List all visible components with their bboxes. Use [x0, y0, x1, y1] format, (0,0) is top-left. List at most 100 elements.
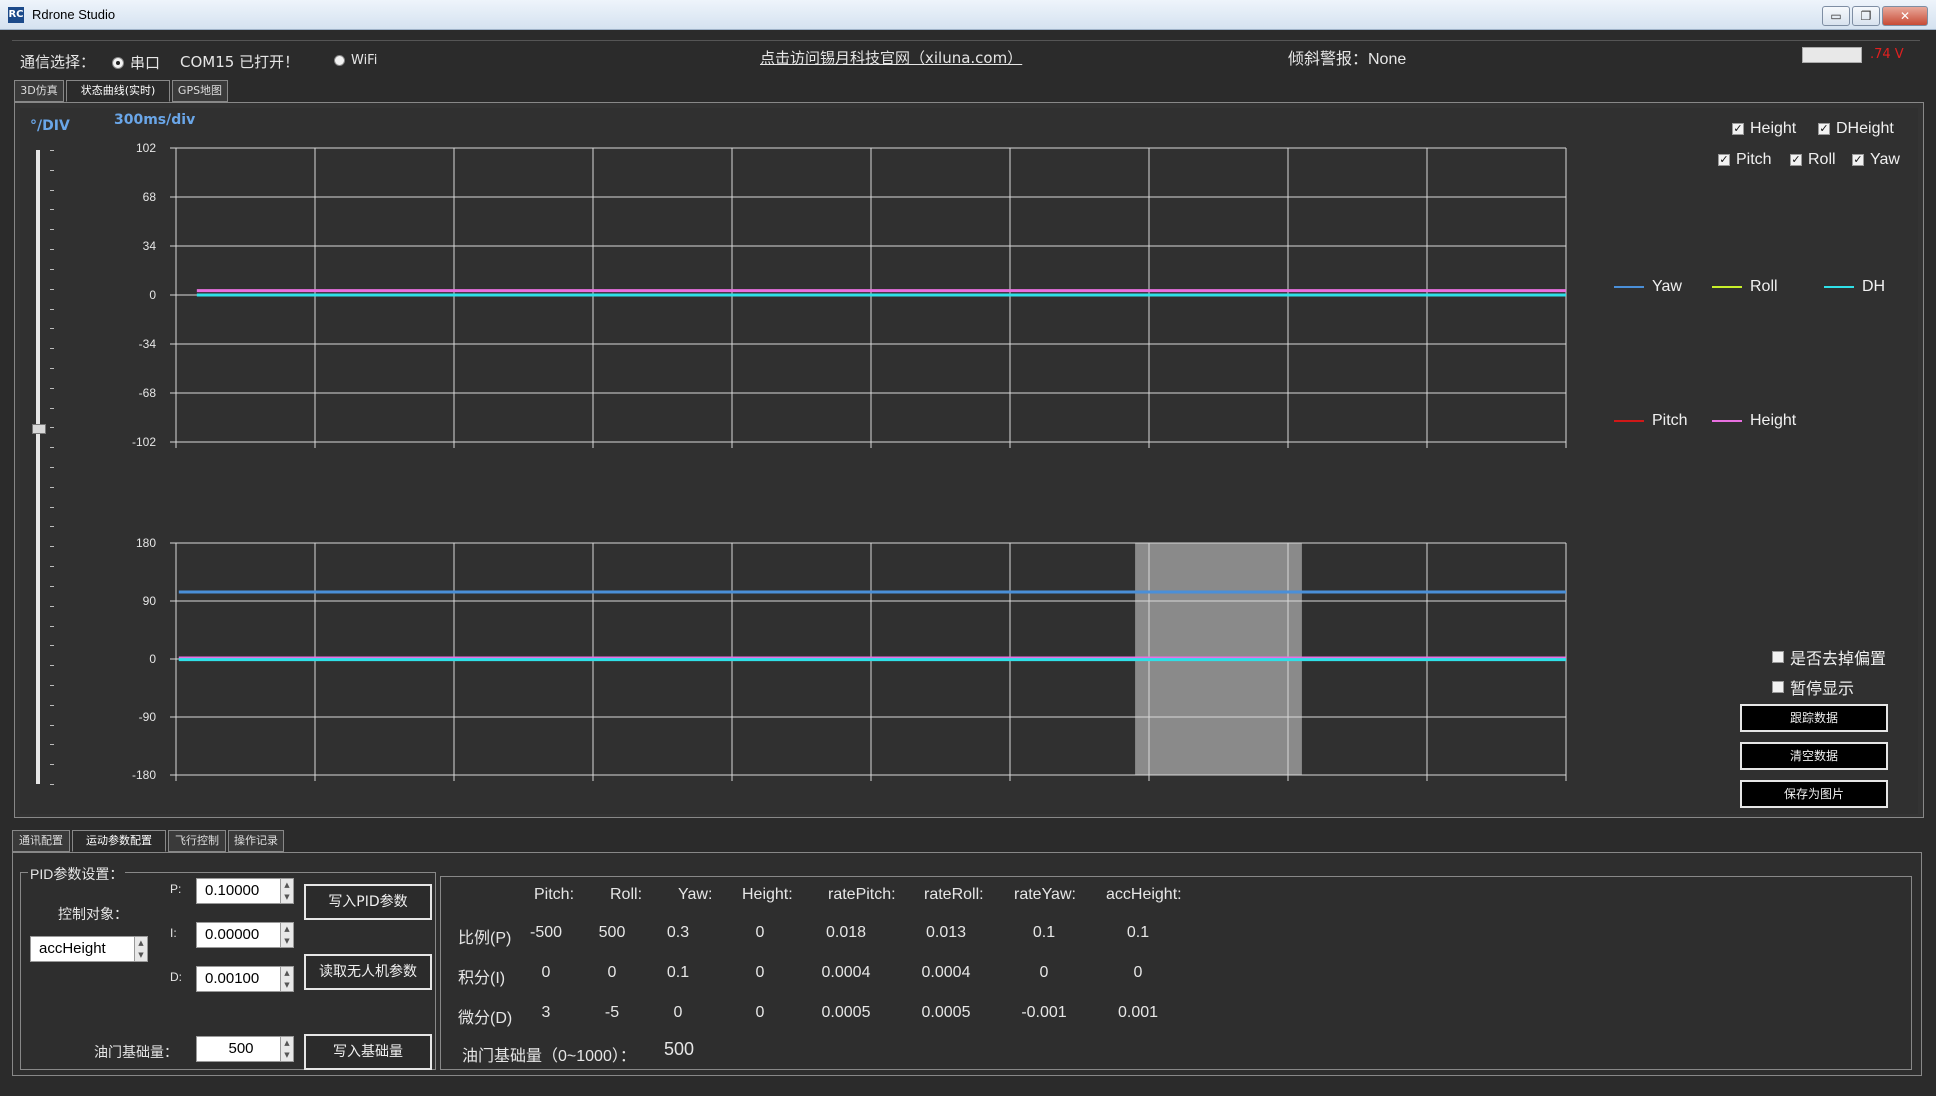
y-tick-label: 0: [149, 652, 156, 666]
param-row-label: 积分(I): [458, 970, 506, 987]
legend-swatch: [1824, 286, 1854, 288]
param-cell: 3: [541, 1004, 551, 1021]
checkbox-height[interactable]: ✓ Height: [1732, 120, 1796, 138]
checkbox-checked-icon: ✓: [1790, 154, 1802, 166]
y-tick-label: 90: [143, 594, 157, 608]
param-cell: 0: [1133, 964, 1143, 981]
param-cell: 0.1: [1126, 924, 1150, 941]
throttle-current-value: 500: [664, 1039, 695, 1059]
param-cell: 0: [541, 964, 551, 981]
control-target-label: 控制对象：: [58, 906, 128, 922]
p-label: P:: [170, 882, 182, 896]
param-cell: 0: [755, 1004, 765, 1021]
i-label: I:: [170, 926, 177, 940]
checkbox-pitch[interactable]: ✓ Pitch: [1718, 151, 1772, 169]
param-cell: 0: [607, 964, 617, 981]
legend-yaw: Yaw: [1614, 278, 1682, 296]
save-image-button[interactable]: 保存为图片: [1740, 780, 1888, 808]
y-tick-label: 180: [136, 536, 156, 550]
checkbox-roll[interactable]: ✓ Roll: [1790, 151, 1836, 169]
param-cell: 0.018: [825, 924, 867, 941]
param-column-header: Roll:: [610, 886, 643, 903]
checkbox-checked-icon: ✓: [1818, 123, 1830, 135]
param-column-header: accHeight:: [1106, 886, 1182, 903]
checkbox-checked-icon: ✓: [1732, 123, 1744, 135]
legend-pitch: Pitch: [1614, 412, 1688, 430]
param-cell: -5: [604, 1004, 620, 1021]
y-tick-label: -34: [139, 337, 157, 351]
legend-swatch: [1614, 420, 1644, 422]
d-spin[interactable]: ▲ ▼: [280, 966, 294, 992]
param-cell: 0: [755, 924, 765, 941]
y-tick-label: 68: [143, 190, 157, 204]
control-target-spin[interactable]: ▲ ▼: [134, 936, 148, 962]
tab-motion-params[interactable]: 运动参数配置: [72, 830, 166, 852]
d-label: D:: [170, 970, 182, 984]
tab-comm-config[interactable]: 通讯配置: [12, 830, 70, 852]
param-cell: 0: [1039, 964, 1049, 981]
param-cell: 0.3: [666, 924, 690, 941]
legend-label: DH: [1862, 278, 1886, 295]
throttle-range-label: 油门基础量（0~1000）：: [462, 1048, 636, 1065]
p-spin[interactable]: ▲ ▼: [280, 878, 294, 904]
legend-swatch: [1712, 286, 1742, 288]
param-cell: 500: [598, 924, 626, 941]
param-cell: 0.013: [925, 924, 967, 941]
legend-swatch: [1712, 420, 1742, 422]
legend-dh: DH: [1824, 278, 1885, 296]
checkbox-dheight[interactable]: ✓ DHeight: [1818, 120, 1894, 138]
legend-roll: Roll: [1712, 278, 1778, 296]
config-tabs: 通讯配置 运动参数配置 飞行控制 操作记录: [12, 830, 312, 852]
param-cell: 0.1: [666, 964, 690, 981]
param-cell: 0.0004: [821, 964, 871, 981]
y-tick-label: -90: [139, 710, 157, 724]
param-column-header: rateYaw:: [1014, 886, 1076, 903]
param-cell: 0: [755, 964, 765, 981]
throttle-base-label: 油门基础量：: [94, 1044, 178, 1060]
y-tick-label: 34: [143, 239, 157, 253]
param-cell: -500: [529, 924, 563, 941]
checkbox-pause-display[interactable]: 暂停显示: [1772, 675, 1854, 699]
checkbox-unchecked-icon: [1772, 651, 1784, 663]
param-row-label: 比例(P): [458, 930, 512, 947]
checkbox-label: 是否去掉偏置: [1790, 651, 1887, 668]
checkbox-checked-icon: ✓: [1718, 154, 1730, 166]
param-cell: 0.0005: [821, 1004, 871, 1021]
read-drone-params-button[interactable]: 读取无人机参数: [304, 954, 432, 990]
tab-flight-control[interactable]: 飞行控制: [168, 830, 226, 852]
throttle-base-spin[interactable]: ▲ ▼: [280, 1036, 294, 1062]
param-table: [440, 876, 1912, 1070]
clear-data-button[interactable]: 清空数据: [1740, 742, 1888, 770]
checkbox-label: Height: [1750, 120, 1797, 137]
write-pid-button[interactable]: 写入PID参数: [304, 884, 432, 920]
throttle-base-input[interactable]: 500: [196, 1036, 286, 1062]
param-column-header: Height:: [742, 886, 793, 903]
y-tick-label: 102: [136, 141, 156, 155]
y-tick-label: -68: [139, 386, 157, 400]
legend-label: Yaw: [1652, 278, 1682, 295]
legend-height: Height: [1712, 412, 1796, 430]
checkbox-label: Pitch: [1736, 151, 1772, 168]
param-cell: 0.1: [1032, 924, 1056, 941]
checkbox-label: Roll: [1808, 151, 1836, 168]
param-column-header: ratePitch:: [828, 886, 896, 903]
param-cell: 0.0005: [921, 1004, 971, 1021]
checkbox-unchecked-icon: [1772, 681, 1784, 693]
checkbox-remove-offset[interactable]: 是否去掉偏置: [1772, 645, 1886, 669]
i-input[interactable]: 0.00000: [196, 922, 286, 948]
d-input[interactable]: 0.00100: [196, 966, 286, 992]
control-target-select[interactable]: accHeight: [30, 936, 140, 962]
y-tick-label: 0: [149, 288, 156, 302]
checkbox-yaw[interactable]: ✓ Yaw: [1852, 151, 1900, 169]
tab-operation-log[interactable]: 操作记录: [228, 830, 284, 852]
legend-label: Roll: [1750, 278, 1778, 295]
track-data-button[interactable]: 跟踪数据: [1740, 704, 1888, 732]
param-cell: -0.001: [1021, 1004, 1067, 1021]
param-column-header: Yaw:: [678, 886, 713, 903]
i-spin[interactable]: ▲ ▼: [280, 922, 294, 948]
checkbox-label: 暂停显示: [1790, 681, 1855, 698]
param-row-label: 微分(D): [458, 1010, 513, 1027]
checkbox-checked-icon: ✓: [1852, 154, 1864, 166]
p-input[interactable]: 0.10000: [196, 878, 286, 904]
write-base-button[interactable]: 写入基础量: [304, 1034, 432, 1070]
